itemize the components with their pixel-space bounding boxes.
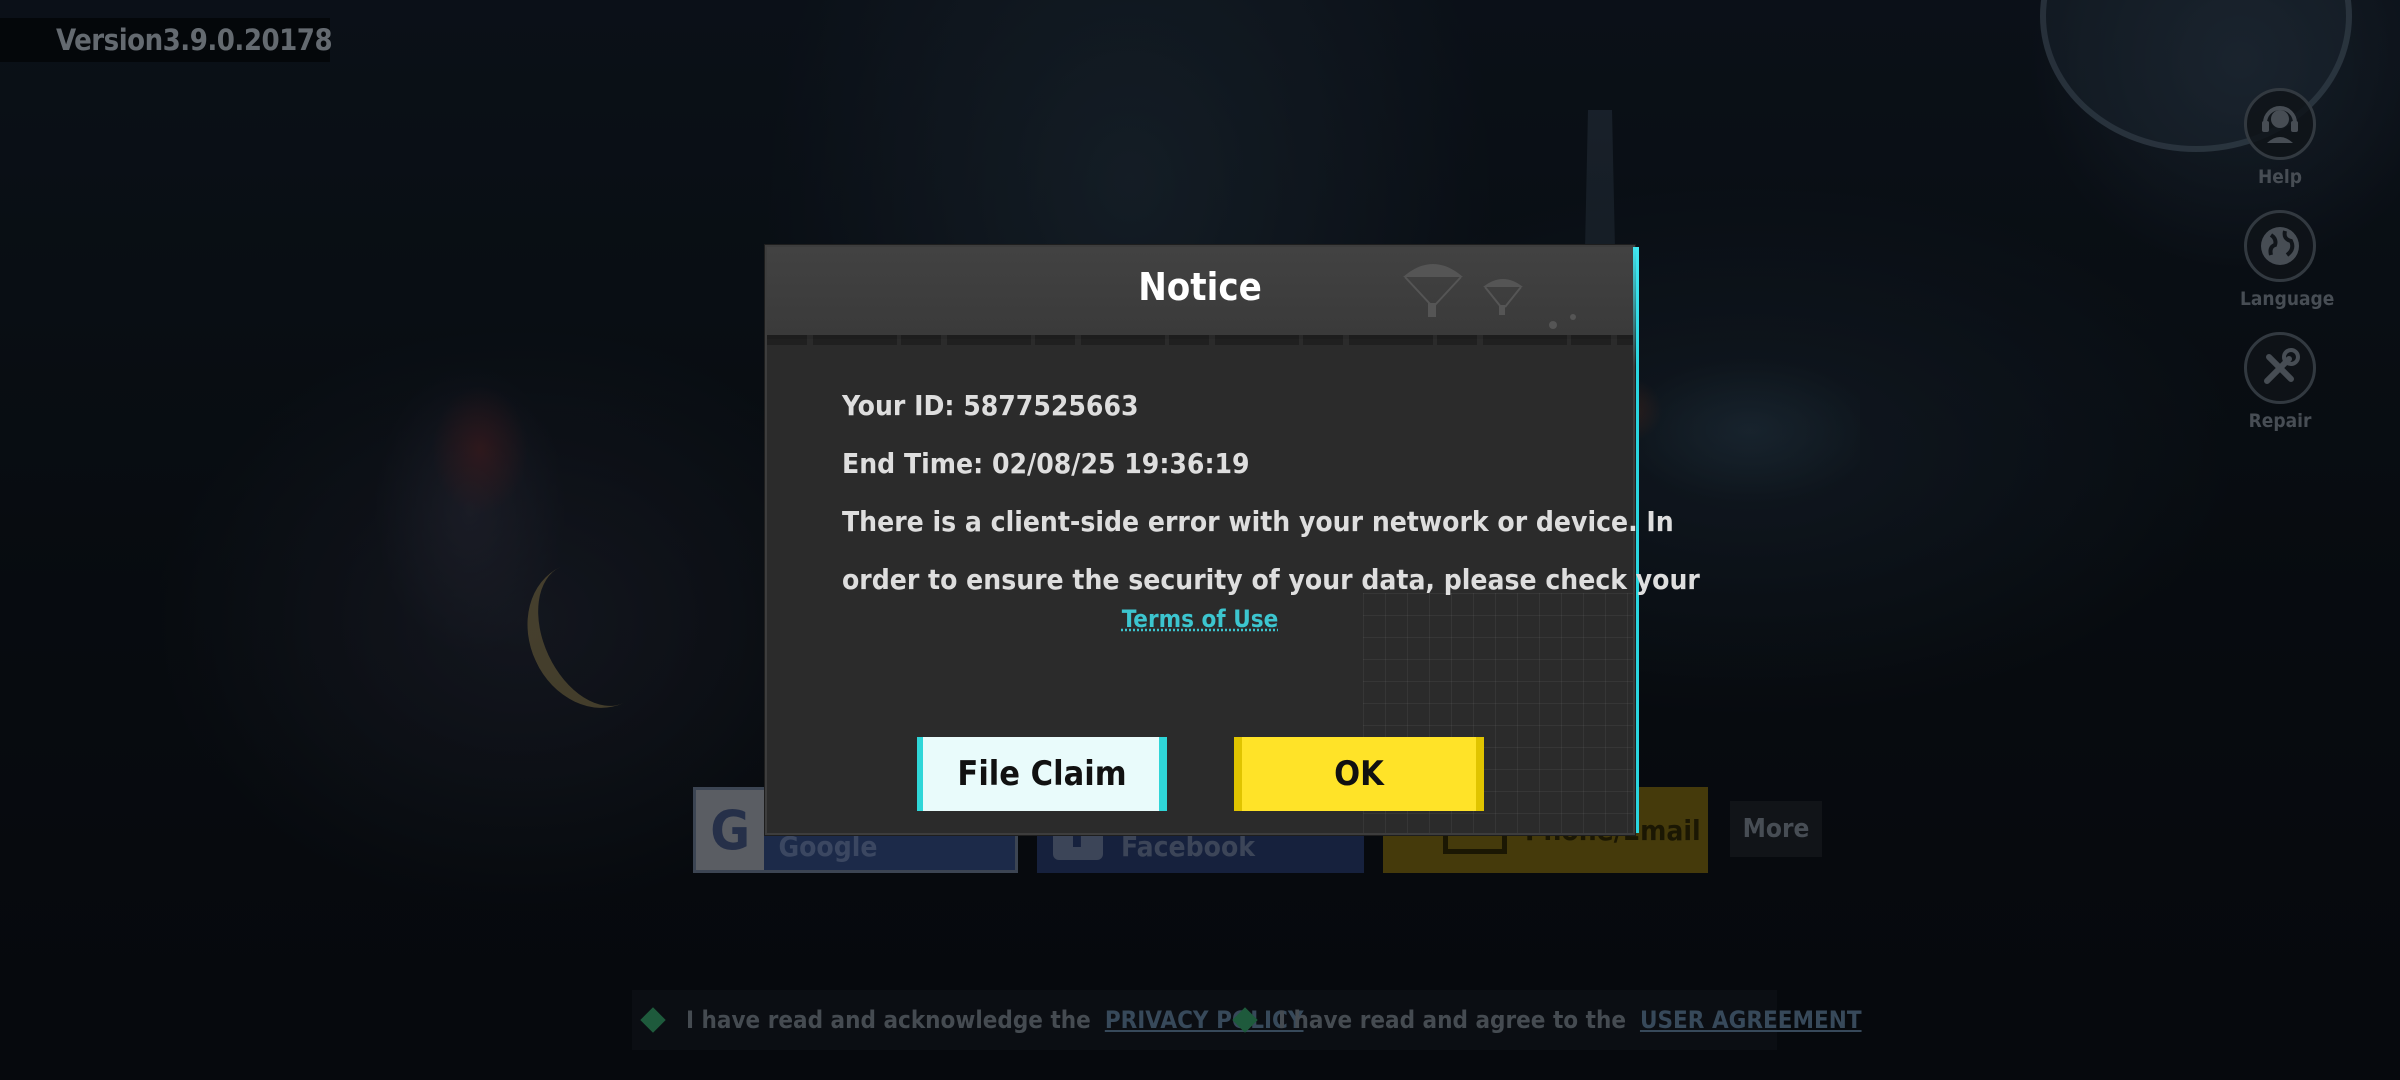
dialog-title: Notice bbox=[1138, 265, 1262, 309]
end-time-text: End Time: 02/08/25 19:36:19 bbox=[842, 447, 1250, 480]
dialog-body: Your ID: 5877525663 End Time: 02/08/25 1… bbox=[842, 377, 1700, 609]
file-claim-button[interactable]: File Claim bbox=[917, 737, 1167, 811]
dialog-header: Notice bbox=[767, 247, 1633, 345]
dialog-accent bbox=[1633, 247, 1639, 367]
notice-dialog: Notice Your ID: 5877525663 End Time: 02/… bbox=[765, 245, 1700, 835]
header-divider bbox=[767, 335, 1633, 345]
terms-of-use-link[interactable]: Terms of Use bbox=[1122, 605, 1278, 633]
message-line-1: There is a client-side error with your n… bbox=[842, 505, 1674, 538]
ok-button[interactable]: OK bbox=[1234, 737, 1484, 811]
user-id-text: Your ID: 5877525663 bbox=[842, 389, 1139, 422]
